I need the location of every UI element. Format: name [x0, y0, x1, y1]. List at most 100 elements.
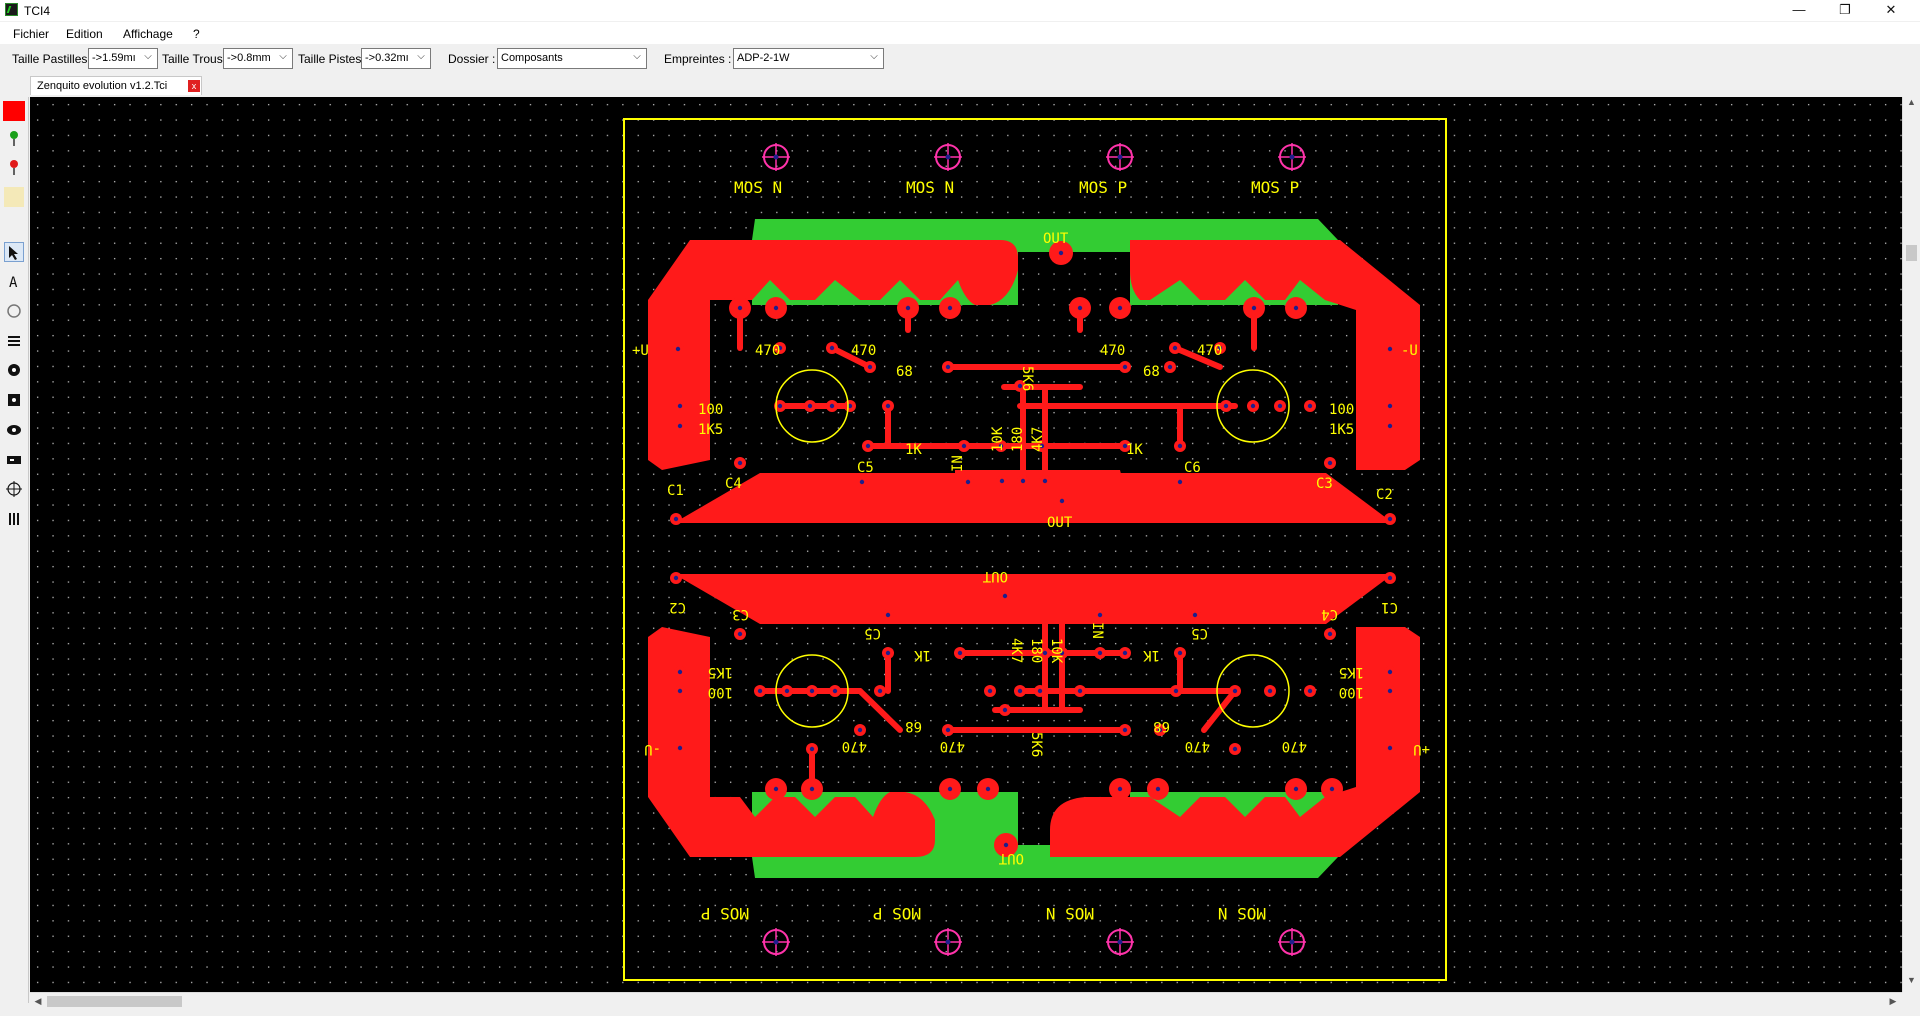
circle-tool-icon[interactable]: [4, 302, 24, 322]
line-tool-icon[interactable]: [4, 331, 24, 351]
pad-hole: [809, 786, 815, 792]
pcb-label: 68: [1143, 364, 1160, 380]
pad-hole: [1387, 669, 1393, 675]
green-pin-icon[interactable]: [4, 128, 24, 148]
pad-hole: [1293, 305, 1299, 311]
pcb-label: 100: [708, 684, 733, 700]
pad-hole: [1232, 746, 1238, 752]
pcb-label: 4K7: [1008, 638, 1024, 663]
pad-hole: [1017, 688, 1023, 694]
pad-hole: [1329, 786, 1335, 792]
pcb-canvas[interactable]: MOS N MOS N MOS P MOS P OUT +U -U 470 47…: [30, 97, 1902, 992]
pcb-drawing[interactable]: MOS N MOS N MOS P MOS P OUT +U -U 470 47…: [30, 97, 1902, 992]
color-swatch-icon[interactable]: [3, 101, 25, 121]
pad-hole: [1042, 478, 1048, 484]
red-pin-icon[interactable]: [4, 157, 24, 177]
mos-label: MOS P: [1251, 178, 1299, 197]
pcb-label: 470: [1185, 738, 1210, 754]
smd-pad-icon[interactable]: [4, 451, 24, 471]
blank-tool-icon[interactable]: [4, 187, 24, 207]
oval-pad-icon[interactable]: [4, 421, 24, 441]
pad-hole: [777, 403, 783, 409]
select-arrow-icon[interactable]: [4, 242, 24, 262]
pcb-label: C1: [1381, 599, 1398, 615]
pad-hole: [829, 345, 835, 351]
menu-help[interactable]: ?: [193, 27, 200, 41]
pcb-label: 5K6: [1019, 366, 1035, 391]
pcb-label: 470: [851, 343, 876, 359]
pad-hole: [784, 688, 790, 694]
mos-label: MOS N: [1218, 904, 1266, 923]
pad-hole: [961, 443, 967, 449]
pad-hole: [675, 346, 681, 352]
hole-size-value: ->0.8mm: [227, 52, 271, 64]
pcb-label: 1K5: [1329, 422, 1354, 438]
pcb-label: 1K5: [698, 422, 723, 438]
round-pad-icon[interactable]: [4, 361, 24, 381]
maximize-button[interactable]: ❐: [1822, 0, 1868, 21]
mos-label: MOS P: [1079, 178, 1127, 197]
pad-hole: [1122, 650, 1128, 656]
horizontal-scrollbar[interactable]: ◀ ▶: [30, 992, 1902, 1010]
pad-hole: [947, 786, 953, 792]
pad-size-select[interactable]: ->1.59mı ⌵: [88, 48, 158, 69]
pad-hole: [905, 305, 911, 311]
pcb-label: 470: [842, 738, 867, 754]
hole-size-select[interactable]: ->0.8mm ⌵: [223, 48, 293, 69]
pad-hole: [1223, 403, 1229, 409]
folder-select[interactable]: Composants ⌵: [497, 48, 647, 69]
window-title: TCI4: [24, 4, 51, 18]
footprint-select[interactable]: ADP-2-1W ⌵: [733, 48, 884, 69]
pad-hole: [1020, 478, 1026, 484]
document-tab-strip: Zenquito evolution v1.2.Tci x: [0, 76, 1920, 96]
scroll-down-icon[interactable]: ▼: [1903, 975, 1920, 991]
pad-hole: [677, 423, 683, 429]
pad-hole: [1003, 842, 1009, 848]
menu-edition[interactable]: Edition: [66, 27, 103, 41]
dots-tool-icon[interactable]: [4, 510, 24, 530]
pcb-label: 1K5: [708, 664, 733, 680]
crosshair-icon[interactable]: [4, 480, 24, 500]
pcb-label: 100: [698, 402, 723, 418]
text-tool-icon[interactable]: A: [4, 272, 24, 292]
track-size-select[interactable]: ->0.32mı ⌵: [361, 48, 431, 69]
pad-hole: [1122, 727, 1128, 733]
scroll-right-icon[interactable]: ▶: [1885, 993, 1901, 1010]
mos-label: MOS N: [734, 178, 782, 197]
pad-size-label: Taille Pastilles: [12, 52, 88, 66]
track-size-value: ->0.32mı: [365, 52, 409, 64]
mos-via-hole: [1289, 939, 1295, 945]
pcb-label: 1K: [1126, 442, 1143, 458]
document-tab[interactable]: Zenquito evolution v1.2.Tci x: [30, 76, 202, 95]
mos-via-hole: [1117, 154, 1123, 160]
pad-hole: [773, 786, 779, 792]
pad-hole: [885, 650, 891, 656]
minimize-button[interactable]: —: [1776, 0, 1822, 21]
pcb-label: OUT: [982, 568, 1008, 584]
mos-label: MOS P: [701, 904, 749, 923]
pcb-label: OUT: [998, 850, 1024, 866]
pad-hole: [1002, 593, 1008, 599]
mos-label: MOS P: [873, 904, 921, 923]
pad-hole: [677, 669, 683, 675]
pad-hole: [1173, 688, 1179, 694]
pad-hole: [1097, 612, 1103, 618]
close-button[interactable]: ✕: [1868, 0, 1914, 21]
pad-hole: [945, 727, 951, 733]
menu-fichier[interactable]: Fichier: [13, 27, 49, 41]
vertical-scrollbar[interactable]: ▲ ▼: [1902, 97, 1920, 992]
scroll-up-icon[interactable]: ▲: [1903, 97, 1920, 113]
close-tab-icon[interactable]: x: [188, 80, 200, 92]
vertical-scroll-thumb[interactable]: [1906, 245, 1917, 261]
mos-label: MOS N: [1046, 904, 1094, 923]
menu-bar: Fichier Edition Affichage ?: [0, 22, 1920, 44]
pad-hole: [809, 688, 815, 694]
horizontal-scroll-thumb[interactable]: [47, 996, 182, 1007]
menu-affichage[interactable]: Affichage: [123, 27, 173, 41]
pcb-label: 68: [905, 718, 922, 734]
pcb-label: C3: [1316, 476, 1333, 492]
pcb-label: OUT: [1047, 515, 1073, 531]
pcb-label: C2: [1376, 487, 1393, 503]
square-pad-icon[interactable]: [4, 391, 24, 411]
scroll-left-icon[interactable]: ◀: [30, 993, 46, 1010]
